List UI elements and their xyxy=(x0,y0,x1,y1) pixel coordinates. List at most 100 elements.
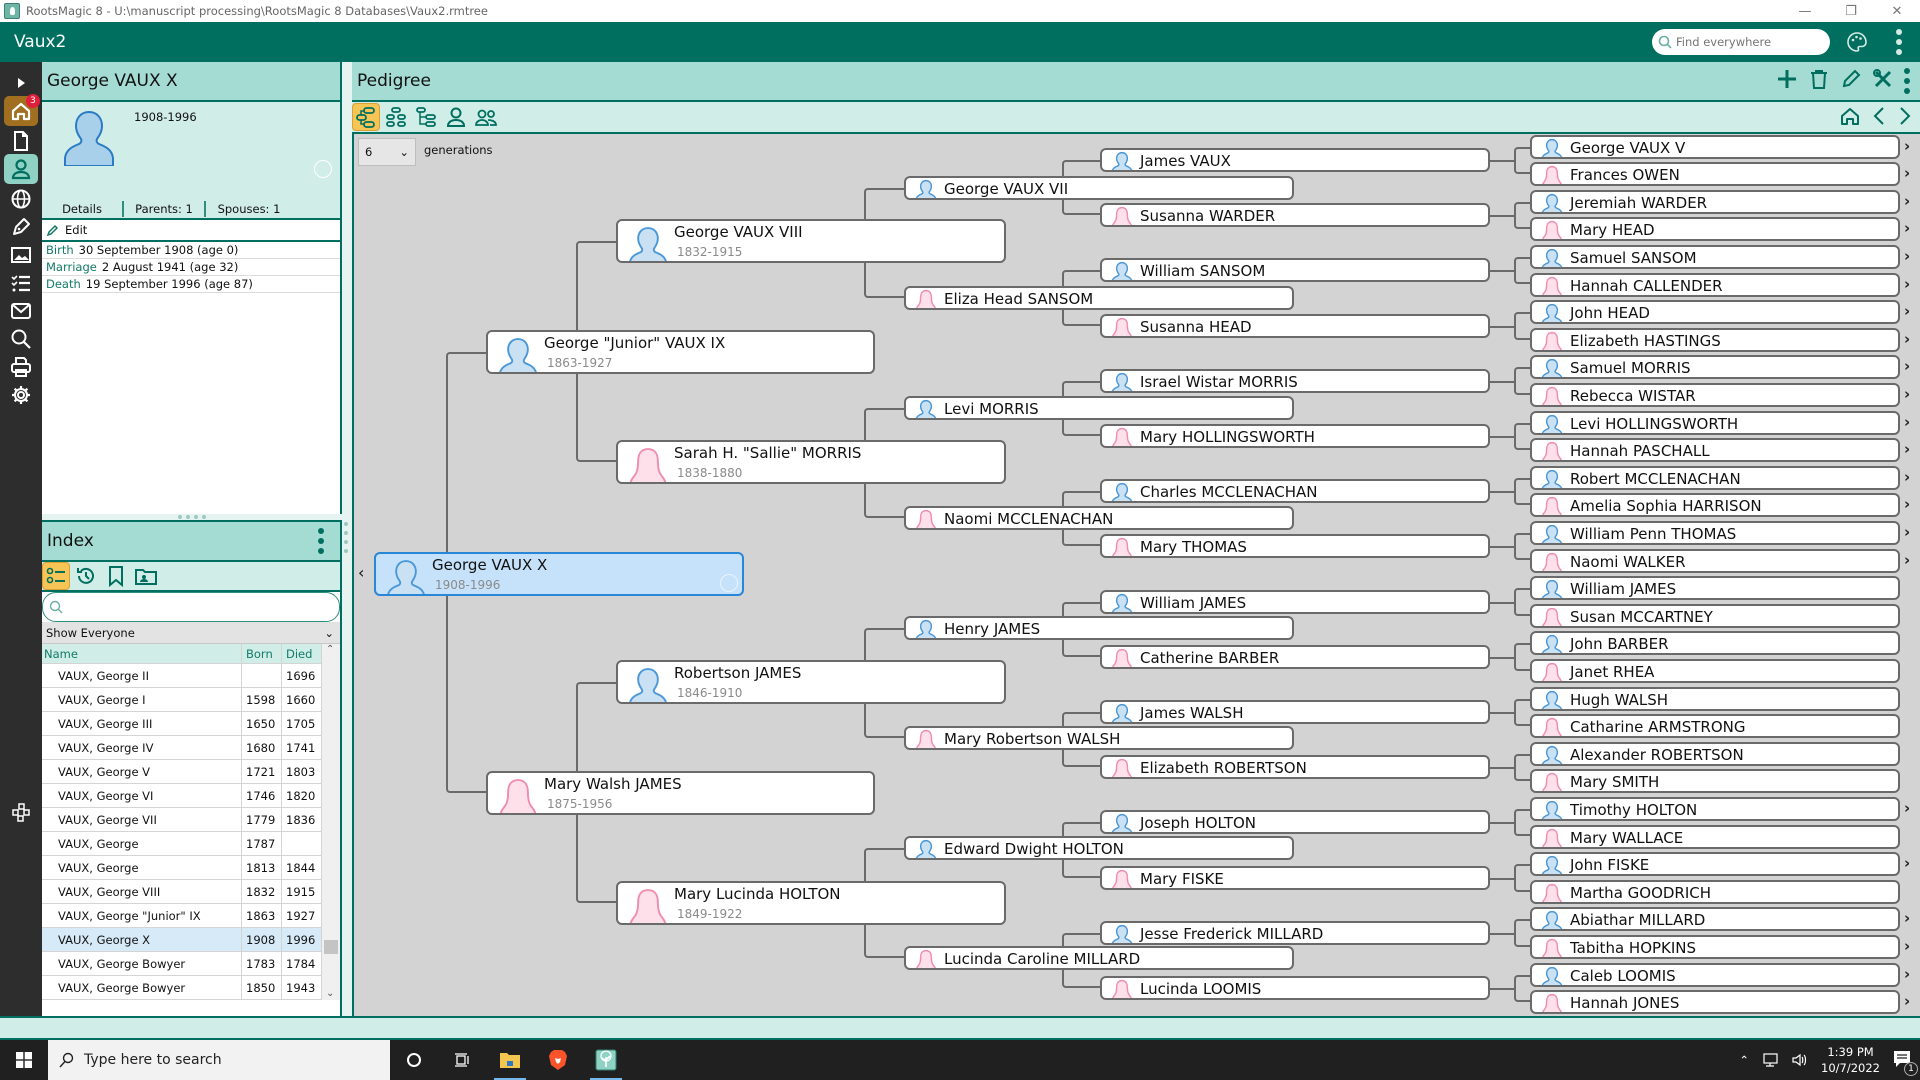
find-everywhere-search[interactable] xyxy=(1652,29,1830,55)
pedigree-box-gen5[interactable]: James VAUX xyxy=(1100,148,1490,172)
expand-ancestors-icon[interactable]: › xyxy=(1904,385,1910,403)
nav-addresses[interactable] xyxy=(4,296,38,326)
expand-ancestors-icon[interactable]: › xyxy=(1904,330,1910,348)
pedigree-box-gen6[interactable]: Mary HEAD xyxy=(1530,217,1900,242)
pedigree-box-gen5[interactable]: Joseph HOLTON xyxy=(1100,810,1490,835)
index-row[interactable]: VAUX, George II 1696 xyxy=(42,664,340,688)
index-row[interactable]: VAUX, George 1813 1844 xyxy=(42,856,340,880)
expand-ancestors-icon[interactable]: › xyxy=(1904,799,1910,817)
pedigree-box-gen6[interactable]: Jeremiah WARDER xyxy=(1530,189,1900,214)
expand-ancestors-icon[interactable]: › xyxy=(1904,247,1910,265)
pedigree-forward-button[interactable] xyxy=(1898,106,1912,129)
close-button[interactable]: ✕ xyxy=(1874,0,1920,22)
pedigree-box-gen5[interactable]: Charles MCCLENACHAN xyxy=(1100,479,1490,504)
index-row[interactable]: VAUX, George I 1598 1660 xyxy=(42,688,340,712)
expand-ancestors-icon[interactable]: › xyxy=(1904,992,1910,1010)
index-row[interactable]: VAUX, George III 1650 1705 xyxy=(42,712,340,736)
index-row[interactable]: VAUX, George Bowyer 1850 1943 xyxy=(42,976,340,1000)
pedigree-box-gen6[interactable]: Amelia Sophia HARRISON xyxy=(1530,493,1900,518)
index-row[interactable]: VAUX, George 1787 xyxy=(42,832,340,856)
expand-ancestors-icon[interactable]: › xyxy=(1904,523,1910,541)
pedigree-box-gen5[interactable]: William SANSOM xyxy=(1100,258,1490,283)
photo-indicator[interactable] xyxy=(314,160,332,178)
panel-splitter-horizontal[interactable] xyxy=(42,514,342,522)
pedigree-box-gen5[interactable]: Catherine BARBER xyxy=(1100,644,1490,669)
pedigree-box-gen3[interactable]: Mary Lucinda HOLTON 1849-1922 xyxy=(616,881,1006,925)
pedigree-box-gen6[interactable]: Naomi WALKER xyxy=(1530,548,1900,573)
index-filter-select[interactable]: Show Everyone ⌄ xyxy=(42,622,340,644)
pedigree-box-gen6[interactable]: John HEAD xyxy=(1530,300,1900,325)
bookmarks-tab[interactable] xyxy=(102,562,130,590)
expand-ancestors-icon[interactable]: › xyxy=(1904,909,1910,927)
expand-ancestors-icon[interactable]: › xyxy=(1904,164,1910,182)
tab-details[interactable]: Details xyxy=(42,200,122,218)
add-button[interactable] xyxy=(1776,68,1798,95)
start-button[interactable] xyxy=(0,1040,48,1080)
expand-ancestors-icon[interactable]: › xyxy=(1904,495,1910,513)
pedigree-box-gen3[interactable]: Robertson JAMES 1846-1910 xyxy=(616,660,1006,704)
fact-row[interactable]: Death 19 September 1996 (age 87) xyxy=(42,276,340,293)
panel-splitter-vertical[interactable] xyxy=(342,62,352,1016)
edit-person-button[interactable]: Edit xyxy=(42,220,340,242)
pedigree-box-gen6[interactable]: Levi HOLLINGSWORTH xyxy=(1530,410,1900,435)
delete-button[interactable] xyxy=(1808,68,1830,95)
pedigree-box-gen6[interactable]: William JAMES xyxy=(1530,576,1900,601)
individual-view-tab[interactable] xyxy=(442,103,470,131)
action-center-button[interactable]: 1 xyxy=(1892,1049,1918,1076)
pedigree-box-gen5[interactable]: Lucinda LOOMIS xyxy=(1100,976,1490,1000)
nav-sources[interactable] xyxy=(4,212,38,242)
fact-row[interactable]: Marriage 2 August 1941 (age 32) xyxy=(42,259,340,276)
pedigree-box-gen4[interactable]: Levi MORRIS xyxy=(904,396,1294,420)
cortana-button[interactable] xyxy=(390,1040,438,1080)
pedigree-box-gen6[interactable]: Caleb LOOMIS xyxy=(1530,962,1900,987)
pedigree-box-gen6[interactable]: Robert MCCLENACHAN xyxy=(1530,465,1900,490)
expand-ancestors-icon[interactable]: › xyxy=(1904,413,1910,431)
expand-ancestors-icon[interactable]: › xyxy=(1904,937,1910,955)
fact-row[interactable]: Birth 30 September 1908 (age 0) xyxy=(42,242,340,259)
show-hidden-icons-button[interactable]: ⌃ xyxy=(1739,1053,1749,1067)
pedigree-box-gen6[interactable]: Hannah CALLENDER xyxy=(1530,272,1900,297)
column-name[interactable]: Name xyxy=(42,644,242,663)
expand-ancestors-icon[interactable]: › xyxy=(1904,965,1910,983)
clock[interactable]: 1:39 PM 10/7/2022 xyxy=(1821,1044,1880,1076)
find-everywhere-input[interactable] xyxy=(1676,35,1816,49)
index-row[interactable]: VAUX, George VI 1746 1820 xyxy=(42,784,340,808)
task-view-button[interactable] xyxy=(438,1040,486,1080)
pedigree-box-gen5[interactable]: Susanna HEAD xyxy=(1100,313,1490,338)
pedigree-box-gen5[interactable]: Mary THOMAS xyxy=(1100,534,1490,559)
pedigree-box-gen6[interactable]: Alexander ROBERTSON xyxy=(1530,741,1900,766)
nav-print[interactable] xyxy=(4,352,38,382)
index-row[interactable]: VAUX, George "Junior" IX 1863 1927 xyxy=(42,904,340,928)
scroll-down-icon[interactable]: ⌄ xyxy=(326,988,334,999)
pedigree-box-gen4[interactable]: George VAUX VII xyxy=(904,176,1294,200)
pedigree-box-gen6[interactable]: Hannah PASCHALL xyxy=(1530,438,1900,463)
nav-file[interactable] xyxy=(4,126,38,156)
pedigree-box-gen6[interactable]: Mary SMITH xyxy=(1530,769,1900,794)
file-explorer-button[interactable] xyxy=(486,1040,534,1080)
column-born[interactable]: Born xyxy=(242,644,282,663)
pedigree-box-gen6[interactable]: Abiathar MILLARD xyxy=(1530,907,1900,932)
nav-search[interactable] xyxy=(4,324,38,354)
minimize-button[interactable]: — xyxy=(1782,0,1828,22)
index-row[interactable]: VAUX, George IV 1680 1741 xyxy=(42,736,340,760)
edit-button[interactable] xyxy=(1840,68,1862,95)
index-scrollbar[interactable]: ⌃ ⌄ xyxy=(322,644,340,1000)
index-search-box[interactable] xyxy=(42,592,340,622)
tab-spouses[interactable]: Spouses: 1 xyxy=(206,200,292,218)
expand-ancestors-icon[interactable]: › xyxy=(1904,440,1910,458)
groups-tab[interactable] xyxy=(132,562,160,590)
pedigree-box-gen6[interactable]: George VAUX V xyxy=(1530,134,1900,159)
pedigree-box-gen6[interactable]: Mary WALLACE xyxy=(1530,824,1900,849)
expand-ancestors-icon[interactable]: › xyxy=(1904,854,1910,872)
index-row[interactable]: VAUX, George Bowyer 1783 1784 xyxy=(42,952,340,976)
pedigree-home-button[interactable] xyxy=(1840,106,1860,129)
pedigree-box-gen6[interactable]: John FISKE xyxy=(1530,852,1900,877)
palette-button[interactable] xyxy=(1842,27,1872,57)
expand-ancestors-icon[interactable]: › xyxy=(1904,302,1910,320)
pedigree-box-gen6[interactable]: Samuel SANSOM xyxy=(1530,244,1900,269)
pedigree-box-gen6[interactable]: John BARBER xyxy=(1530,631,1900,656)
pedigree-box-gen6[interactable]: Martha GOODRICH xyxy=(1530,879,1900,904)
expand-ancestors-icon[interactable]: › xyxy=(1904,219,1910,237)
family-view-tab[interactable] xyxy=(382,103,410,131)
expand-ancestors-icon[interactable]: › xyxy=(1904,357,1910,375)
